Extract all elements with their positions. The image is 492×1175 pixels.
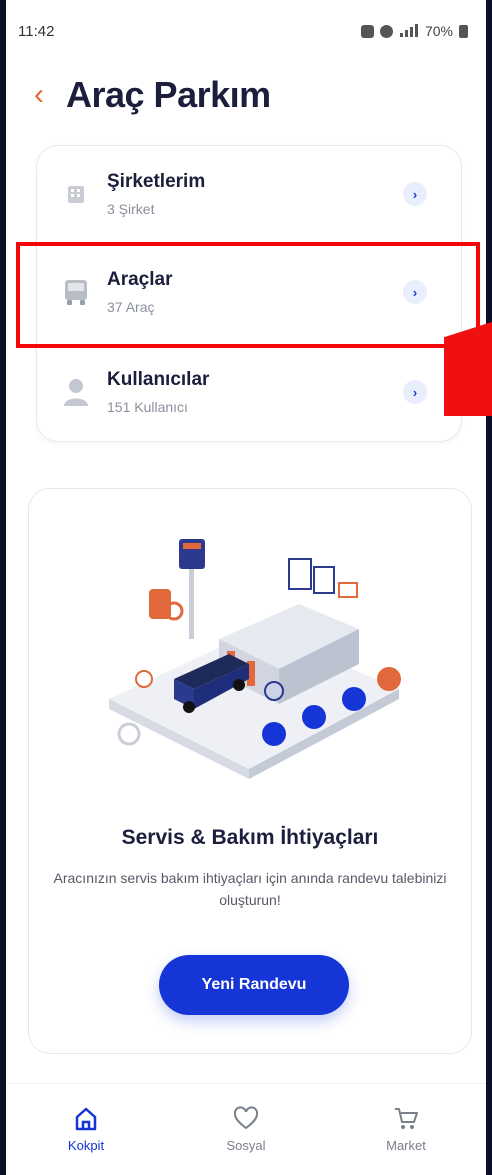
nav-item-label: Kokpit <box>67 1138 105 1153</box>
chevron-right-icon[interactable]: › <box>403 182 427 206</box>
alarm-icon <box>379 24 393 38</box>
building-icon <box>68 186 84 203</box>
service-promo-card: Servis & Bakım İhtiyaçları Aracınızın se… <box>28 488 472 1054</box>
page-header: ‹ Araç Parkım <box>6 62 486 120</box>
nav-item-sosyal[interactable]: Sosyal <box>186 1106 306 1153</box>
nav-item-kokpit[interactable]: Kokpit <box>26 1106 146 1153</box>
menu-item-label: Kullanıcılar <box>107 369 210 390</box>
menu-item-companies[interactable]: Şirketlerim 3 Şirket › <box>37 146 461 242</box>
new-appointment-button[interactable]: Yeni Randevu <box>159 955 349 1015</box>
promo-description: Aracınızın servis bakım ihtiyaçları için… <box>53 870 447 908</box>
page-title: Araç Parkım <box>66 74 271 115</box>
battery-level: 70% <box>424 23 453 39</box>
status-icons: 70% <box>360 23 468 39</box>
menu-item-count: 151 Kullanıcı <box>107 399 188 415</box>
highlight-annotation <box>16 242 480 348</box>
promo-title: Servis & Bakım İhtiyaçları <box>121 826 379 849</box>
cart-icon <box>395 1108 418 1129</box>
signal-icon <box>399 24 418 37</box>
status-time: 11:42 <box>18 22 55 40</box>
lock-icon <box>360 24 374 38</box>
nav-item-label: Sosyal <box>226 1138 266 1153</box>
battery-icon <box>459 24 468 38</box>
nav-item-label: Market <box>386 1138 426 1153</box>
nav-item-market[interactable]: Market <box>346 1106 466 1153</box>
app-screen: 11:42 70% ‹ Araç Parkım Şirketlerim 3 Şi… <box>6 0 486 1175</box>
menu-item-label: Şirketlerim <box>107 171 206 192</box>
status-bar: 11:42 70% <box>6 0 486 62</box>
user-icon <box>64 379 88 406</box>
service-station-illustration <box>109 539 401 779</box>
menu-item-users[interactable]: Kullanıcılar 151 Kullanıcı › <box>37 344 461 440</box>
heart-icon <box>233 1106 259 1130</box>
bottom-nav: Kokpit Sosyal Market <box>6 1083 486 1175</box>
home-icon <box>75 1107 97 1131</box>
menu-item-count: 3 Şirket <box>107 201 155 217</box>
chevron-right-icon[interactable]: › <box>403 380 427 404</box>
back-button[interactable]: ‹ <box>34 80 44 110</box>
